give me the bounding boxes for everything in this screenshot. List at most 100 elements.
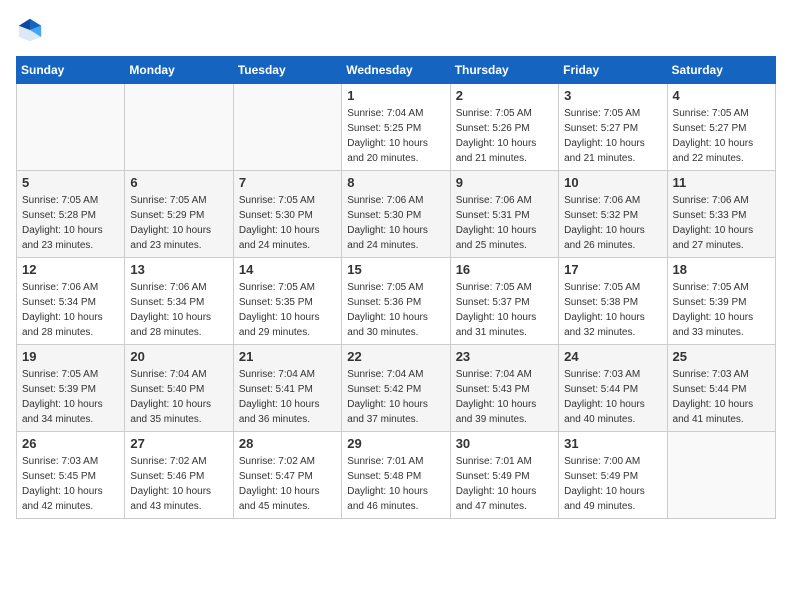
day-cell-2: 2 Sunrise: 7:05 AMSunset: 5:26 PMDayligh… [450, 84, 558, 171]
day-info: Sunrise: 7:04 AMSunset: 5:42 PMDaylight:… [347, 367, 444, 427]
empty-cell [17, 84, 125, 171]
empty-cell [667, 432, 775, 519]
day-number: 28 [239, 436, 336, 451]
day-cell-5: 5 Sunrise: 7:05 AMSunset: 5:28 PMDayligh… [17, 171, 125, 258]
day-number: 14 [239, 262, 336, 277]
day-number: 31 [564, 436, 661, 451]
day-cell-1: 1 Sunrise: 7:04 AMSunset: 5:25 PMDayligh… [342, 84, 450, 171]
day-number: 26 [22, 436, 119, 451]
day-info: Sunrise: 7:05 AMSunset: 5:27 PMDaylight:… [564, 106, 661, 166]
week-row-5: 26 Sunrise: 7:03 AMSunset: 5:45 PMDaylig… [17, 432, 776, 519]
day-cell-21: 21 Sunrise: 7:04 AMSunset: 5:41 PMDaylig… [233, 345, 341, 432]
day-info: Sunrise: 7:06 AMSunset: 5:33 PMDaylight:… [673, 193, 770, 253]
day-number: 2 [456, 88, 553, 103]
week-row-4: 19 Sunrise: 7:05 AMSunset: 5:39 PMDaylig… [17, 345, 776, 432]
day-number: 23 [456, 349, 553, 364]
day-number: 13 [130, 262, 227, 277]
day-info: Sunrise: 7:05 AMSunset: 5:39 PMDaylight:… [22, 367, 119, 427]
day-cell-6: 6 Sunrise: 7:05 AMSunset: 5:29 PMDayligh… [125, 171, 233, 258]
header-sunday: Sunday [17, 57, 125, 84]
day-number: 10 [564, 175, 661, 190]
day-info: Sunrise: 7:02 AMSunset: 5:47 PMDaylight:… [239, 454, 336, 514]
header-wednesday: Wednesday [342, 57, 450, 84]
day-info: Sunrise: 7:04 AMSunset: 5:40 PMDaylight:… [130, 367, 227, 427]
day-cell-4: 4 Sunrise: 7:05 AMSunset: 5:27 PMDayligh… [667, 84, 775, 171]
header-row: SundayMondayTuesdayWednesdayThursdayFrid… [17, 57, 776, 84]
day-cell-17: 17 Sunrise: 7:05 AMSunset: 5:38 PMDaylig… [559, 258, 667, 345]
day-info: Sunrise: 7:04 AMSunset: 5:43 PMDaylight:… [456, 367, 553, 427]
day-number: 19 [22, 349, 119, 364]
day-info: Sunrise: 7:05 AMSunset: 5:38 PMDaylight:… [564, 280, 661, 340]
day-number: 3 [564, 88, 661, 103]
day-info: Sunrise: 7:05 AMSunset: 5:30 PMDaylight:… [239, 193, 336, 253]
day-cell-29: 29 Sunrise: 7:01 AMSunset: 5:48 PMDaylig… [342, 432, 450, 519]
day-cell-11: 11 Sunrise: 7:06 AMSunset: 5:33 PMDaylig… [667, 171, 775, 258]
day-cell-13: 13 Sunrise: 7:06 AMSunset: 5:34 PMDaylig… [125, 258, 233, 345]
day-cell-14: 14 Sunrise: 7:05 AMSunset: 5:35 PMDaylig… [233, 258, 341, 345]
day-info: Sunrise: 7:06 AMSunset: 5:34 PMDaylight:… [22, 280, 119, 340]
header-tuesday: Tuesday [233, 57, 341, 84]
day-cell-31: 31 Sunrise: 7:00 AMSunset: 5:49 PMDaylig… [559, 432, 667, 519]
day-number: 7 [239, 175, 336, 190]
day-cell-19: 19 Sunrise: 7:05 AMSunset: 5:39 PMDaylig… [17, 345, 125, 432]
day-cell-9: 9 Sunrise: 7:06 AMSunset: 5:31 PMDayligh… [450, 171, 558, 258]
day-number: 24 [564, 349, 661, 364]
day-info: Sunrise: 7:05 AMSunset: 5:29 PMDaylight:… [130, 193, 227, 253]
day-number: 16 [456, 262, 553, 277]
day-cell-18: 18 Sunrise: 7:05 AMSunset: 5:39 PMDaylig… [667, 258, 775, 345]
day-number: 22 [347, 349, 444, 364]
day-number: 20 [130, 349, 227, 364]
day-info: Sunrise: 7:05 AMSunset: 5:35 PMDaylight:… [239, 280, 336, 340]
day-number: 17 [564, 262, 661, 277]
day-info: Sunrise: 7:06 AMSunset: 5:34 PMDaylight:… [130, 280, 227, 340]
day-info: Sunrise: 7:04 AMSunset: 5:25 PMDaylight:… [347, 106, 444, 166]
day-cell-30: 30 Sunrise: 7:01 AMSunset: 5:49 PMDaylig… [450, 432, 558, 519]
day-number: 30 [456, 436, 553, 451]
day-cell-16: 16 Sunrise: 7:05 AMSunset: 5:37 PMDaylig… [450, 258, 558, 345]
day-info: Sunrise: 7:06 AMSunset: 5:32 PMDaylight:… [564, 193, 661, 253]
day-number: 4 [673, 88, 770, 103]
day-number: 25 [673, 349, 770, 364]
week-row-2: 5 Sunrise: 7:05 AMSunset: 5:28 PMDayligh… [17, 171, 776, 258]
day-number: 29 [347, 436, 444, 451]
header-thursday: Thursday [450, 57, 558, 84]
day-info: Sunrise: 7:06 AMSunset: 5:30 PMDaylight:… [347, 193, 444, 253]
day-info: Sunrise: 7:03 AMSunset: 5:44 PMDaylight:… [564, 367, 661, 427]
day-cell-23: 23 Sunrise: 7:04 AMSunset: 5:43 PMDaylig… [450, 345, 558, 432]
day-number: 6 [130, 175, 227, 190]
day-info: Sunrise: 7:02 AMSunset: 5:46 PMDaylight:… [130, 454, 227, 514]
logo-icon [16, 16, 44, 44]
day-number: 21 [239, 349, 336, 364]
day-cell-12: 12 Sunrise: 7:06 AMSunset: 5:34 PMDaylig… [17, 258, 125, 345]
day-info: Sunrise: 7:05 AMSunset: 5:27 PMDaylight:… [673, 106, 770, 166]
day-info: Sunrise: 7:06 AMSunset: 5:31 PMDaylight:… [456, 193, 553, 253]
header-saturday: Saturday [667, 57, 775, 84]
day-cell-28: 28 Sunrise: 7:02 AMSunset: 5:47 PMDaylig… [233, 432, 341, 519]
header-friday: Friday [559, 57, 667, 84]
page-header [16, 16, 776, 44]
day-number: 12 [22, 262, 119, 277]
day-number: 11 [673, 175, 770, 190]
day-cell-27: 27 Sunrise: 7:02 AMSunset: 5:46 PMDaylig… [125, 432, 233, 519]
day-cell-3: 3 Sunrise: 7:05 AMSunset: 5:27 PMDayligh… [559, 84, 667, 171]
day-info: Sunrise: 7:05 AMSunset: 5:37 PMDaylight:… [456, 280, 553, 340]
day-cell-20: 20 Sunrise: 7:04 AMSunset: 5:40 PMDaylig… [125, 345, 233, 432]
week-row-1: 1 Sunrise: 7:04 AMSunset: 5:25 PMDayligh… [17, 84, 776, 171]
day-info: Sunrise: 7:05 AMSunset: 5:39 PMDaylight:… [673, 280, 770, 340]
day-number: 18 [673, 262, 770, 277]
day-info: Sunrise: 7:05 AMSunset: 5:28 PMDaylight:… [22, 193, 119, 253]
calendar-table: SundayMondayTuesdayWednesdayThursdayFrid… [16, 56, 776, 519]
header-monday: Monday [125, 57, 233, 84]
day-number: 1 [347, 88, 444, 103]
day-info: Sunrise: 7:01 AMSunset: 5:48 PMDaylight:… [347, 454, 444, 514]
day-cell-15: 15 Sunrise: 7:05 AMSunset: 5:36 PMDaylig… [342, 258, 450, 345]
empty-cell [125, 84, 233, 171]
day-number: 8 [347, 175, 444, 190]
day-cell-26: 26 Sunrise: 7:03 AMSunset: 5:45 PMDaylig… [17, 432, 125, 519]
day-number: 27 [130, 436, 227, 451]
day-cell-22: 22 Sunrise: 7:04 AMSunset: 5:42 PMDaylig… [342, 345, 450, 432]
day-cell-10: 10 Sunrise: 7:06 AMSunset: 5:32 PMDaylig… [559, 171, 667, 258]
day-cell-8: 8 Sunrise: 7:06 AMSunset: 5:30 PMDayligh… [342, 171, 450, 258]
empty-cell [233, 84, 341, 171]
logo [16, 16, 48, 44]
